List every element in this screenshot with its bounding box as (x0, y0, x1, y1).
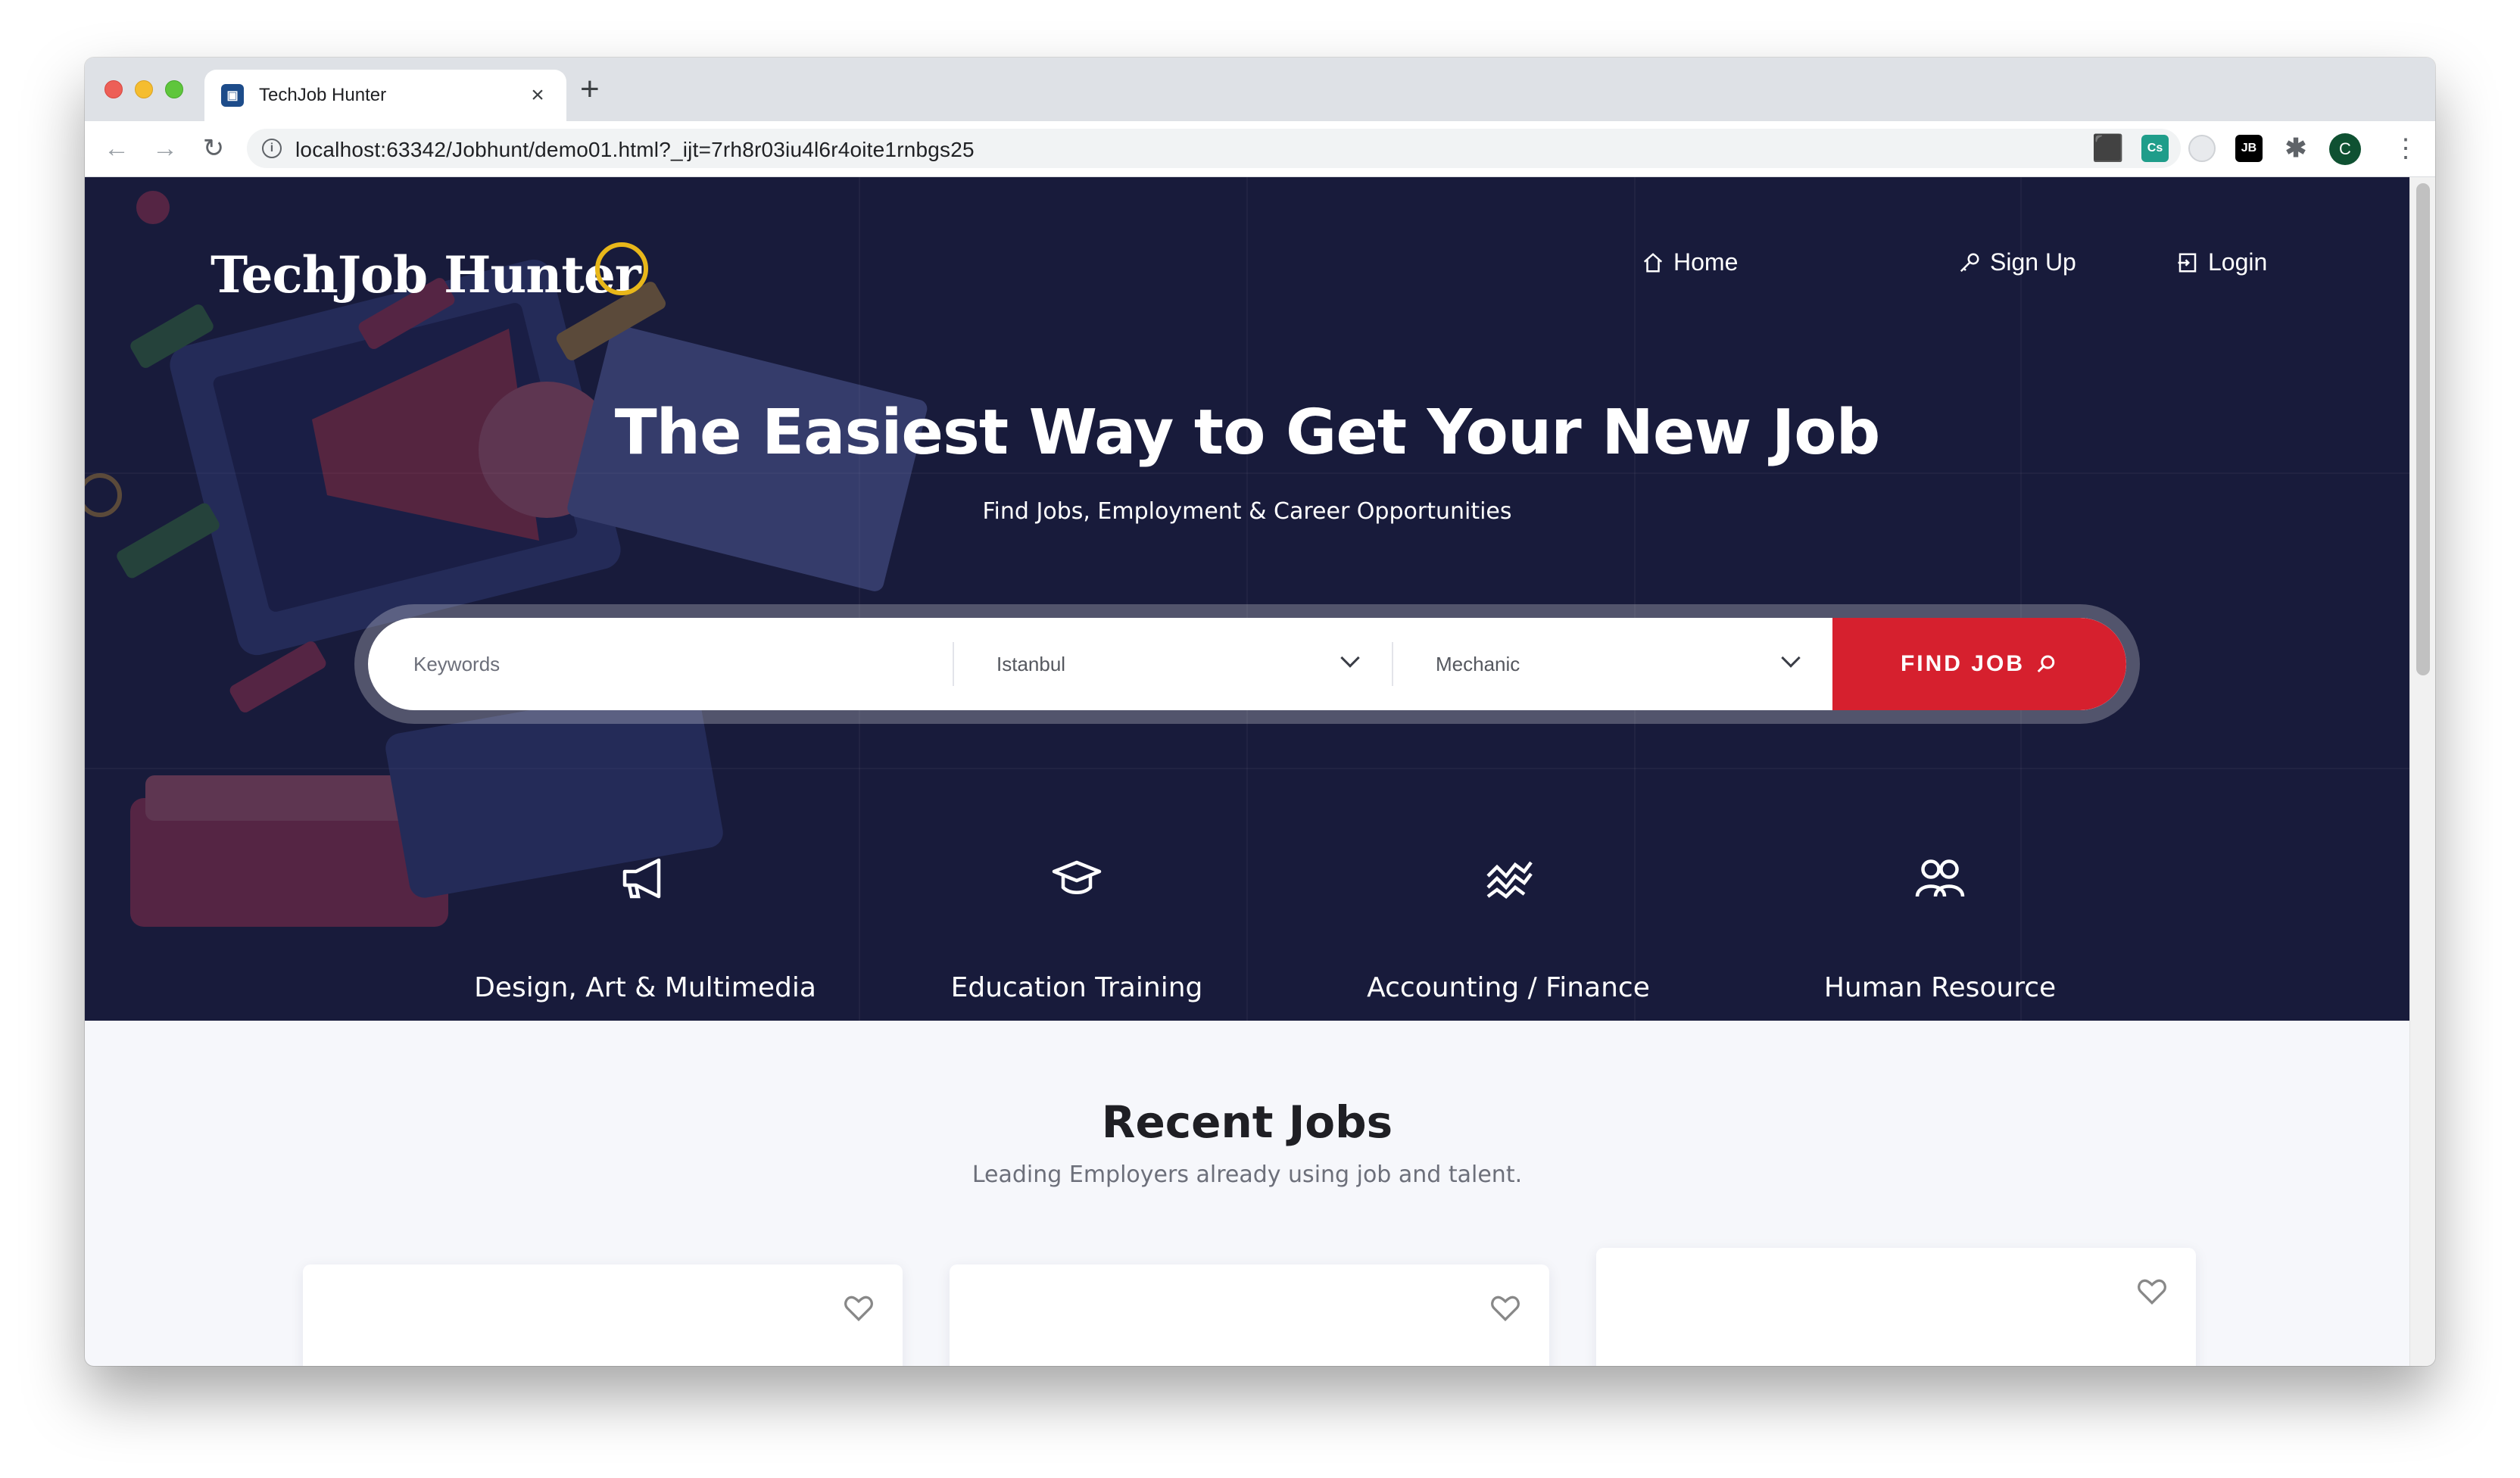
tab-close-icon[interactable]: × (522, 80, 553, 111)
keywords-input[interactable]: Keywords (413, 618, 943, 710)
category-finance[interactable]: Accounting / Finance (1311, 851, 1705, 1003)
login-icon (2178, 253, 2197, 272)
pdf-extension-icon[interactable]: ⬛ (2092, 134, 2124, 163)
site-info-icon[interactable]: i (262, 139, 282, 158)
location-select-value: Istanbul (996, 652, 1066, 675)
megaphone-icon (622, 858, 661, 899)
browser-toolbar: ← → ↻ i localhost:63342/Jobhunt/demo01.h… (85, 121, 2435, 177)
find-job-button[interactable]: FIND JOB (1832, 618, 2126, 710)
favicon-icon: ▣ (221, 84, 244, 107)
logo-ring-icon (595, 242, 648, 295)
category-select-value: Mechanic (1436, 652, 1520, 675)
chevron-down-icon (1340, 648, 1360, 668)
new-tab-button[interactable]: + (580, 71, 600, 108)
graduation-cap-icon (1052, 860, 1102, 894)
category-human-resource[interactable]: Human Resource (1743, 851, 2137, 1003)
category-label: Education Training (950, 972, 1203, 1003)
recent-jobs-title: Recent Jobs (1101, 1096, 1393, 1148)
search-icon (2037, 655, 2055, 673)
site-logo[interactable]: TechJob Hunter (211, 245, 641, 304)
page-viewport: TechJob Hunter Home Sign Up Login The Ea… (85, 177, 2435, 1366)
nav-login-label: Login (2208, 248, 2268, 276)
tab-title: TechJob Hunter (259, 85, 387, 105)
category-label: Human Resource (1823, 972, 2057, 1003)
chevron-down-icon (1781, 648, 1801, 668)
heart-icon[interactable] (842, 1292, 875, 1325)
category-label: Design, Art & Multimedia (474, 972, 816, 1003)
browser-menu-icon[interactable]: ⋮ (2393, 132, 2419, 165)
category-education[interactable]: Education Training (880, 851, 1274, 1003)
home-icon (1643, 252, 1663, 272)
heart-icon[interactable] (1489, 1292, 1522, 1325)
key-icon (1960, 253, 1979, 272)
finance-chart-icon (1486, 861, 1533, 899)
profile-avatar[interactable]: C (2329, 133, 2361, 165)
reload-button[interactable]: ↻ (197, 132, 230, 165)
scrollbar-thumb[interactable] (2416, 183, 2430, 675)
url-text[interactable]: localhost:63342/Jobhunt/demo01.html?_ijt… (295, 138, 975, 162)
browser-tab[interactable]: ▣ TechJob Hunter × (204, 70, 566, 121)
hero-subheadline: Find Jobs, Employment & Career Opportuni… (982, 498, 1512, 525)
nav-home[interactable]: Home (1642, 248, 1738, 276)
job-card[interactable] (1596, 1248, 2196, 1366)
page-scrollbar[interactable] (2409, 177, 2435, 1366)
extension-icon[interactable] (2188, 135, 2216, 162)
nav-signup-label: Sign Up (1990, 248, 2076, 276)
people-icon (1915, 859, 1965, 897)
job-card[interactable] (303, 1264, 903, 1366)
category-label: Accounting / Finance (1367, 972, 1650, 1003)
hero-headline: The Easiest Way to Get Your New Job (614, 397, 1881, 469)
search-bar: Keywords Istanbul Mechanic FIND JOB (368, 618, 2126, 710)
address-bar[interactable]: i localhost:63342/Jobhunt/demo01.html?_i… (247, 129, 2181, 168)
minimize-window-button[interactable] (135, 80, 153, 98)
forward-button[interactable]: → (148, 132, 182, 165)
cs-extension-icon[interactable]: Cs (2141, 135, 2169, 162)
recent-jobs-subtitle: Leading Employers already using job and … (972, 1162, 1523, 1188)
category-design[interactable]: Design, Art & Multimedia (448, 851, 842, 1003)
nav-signup[interactable]: Sign Up (1958, 248, 2076, 276)
job-card[interactable] (950, 1264, 1549, 1366)
category-select[interactable]: Mechanic (1392, 618, 1832, 710)
nav-login[interactable]: Login (2176, 248, 2267, 276)
browser-window: ▣ TechJob Hunter × + ← → ↻ i localhost:6… (85, 58, 2435, 1366)
maximize-window-button[interactable] (165, 80, 183, 98)
jetbrains-extension-icon[interactable]: JB (2235, 135, 2263, 162)
find-job-label: FIND JOB (1900, 651, 2025, 676)
nav-home-label: Home (1673, 248, 1739, 276)
tab-strip: ▣ TechJob Hunter × + (85, 58, 2435, 121)
extensions-puzzle-icon[interactable]: ✱ (2282, 134, 2309, 163)
heart-icon[interactable] (2135, 1275, 2169, 1308)
close-window-button[interactable] (104, 80, 123, 98)
location-select[interactable]: Istanbul (953, 618, 1392, 710)
hero-section: TechJob Hunter Home Sign Up Login The Ea… (85, 177, 2409, 1021)
back-button[interactable]: ← (100, 132, 133, 165)
